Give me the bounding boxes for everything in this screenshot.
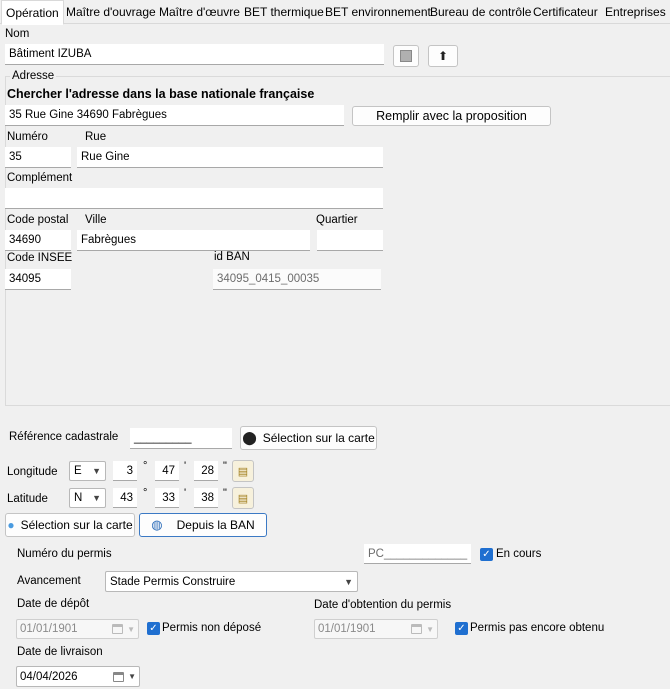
code-postal-input[interactable]: 34690 bbox=[5, 230, 71, 251]
code-postal-label: Code postal bbox=[7, 214, 69, 226]
date-obtention-label: Date d'obtention du permis bbox=[314, 599, 452, 611]
code-insee-input[interactable]: 34095 bbox=[5, 269, 71, 290]
calendar-icon bbox=[112, 624, 124, 634]
avancement-select[interactable]: Stade Permis Construire ▼ bbox=[105, 571, 358, 592]
longitude-min-input[interactable]: 47 bbox=[155, 461, 179, 481]
clipboard-icon: ▤ bbox=[237, 465, 249, 478]
ville-label: Ville bbox=[85, 214, 107, 226]
map-selection-button-label: Sélection sur la carte bbox=[20, 518, 133, 532]
tab-bar: Opération Maître d'ouvrage Maître d'œuvr… bbox=[0, 0, 670, 25]
globe-icon: ◍ bbox=[151, 517, 163, 532]
avancement-label: Avancement bbox=[17, 575, 81, 587]
degree-symbol: ° bbox=[143, 487, 148, 499]
quartier-label: Quartier bbox=[316, 214, 358, 226]
ville-input[interactable]: Fabrègues bbox=[77, 230, 310, 251]
arrow-up-icon: ⬆ bbox=[437, 49, 449, 63]
second-symbol: " bbox=[223, 487, 227, 499]
latitude-min-input[interactable]: 33 bbox=[155, 488, 179, 508]
upload-button[interactable]: ⬆ bbox=[428, 45, 458, 67]
latitude-direction-value: N bbox=[74, 492, 83, 504]
complement-input[interactable] bbox=[5, 188, 383, 209]
date-obtention-value: 01/01/1901 bbox=[318, 623, 376, 635]
latitude-paste-button[interactable]: ▤ bbox=[232, 487, 254, 509]
from-ban-button[interactable]: ◍ Depuis la BAN bbox=[139, 513, 267, 537]
tab-bureau-controle[interactable]: Bureau de contrôle bbox=[426, 0, 535, 24]
permis-pas-obtenu-label: Permis pas encore obtenu bbox=[470, 622, 605, 634]
minute-symbol: ' bbox=[184, 487, 187, 499]
map-selection-button[interactable]: ● Sélection sur la carte bbox=[5, 513, 135, 537]
tab-bet-thermique[interactable]: BET thermique bbox=[240, 0, 328, 24]
date-livraison-picker[interactable]: 04/04/2026 ▼ bbox=[16, 666, 140, 687]
numero-permis-input[interactable]: PC_____________ bbox=[364, 544, 471, 564]
chevron-down-icon: ▼ bbox=[344, 576, 353, 587]
cadastre-map-button-label: Sélection sur la carte bbox=[262, 431, 375, 445]
chevron-down-icon: ▼ bbox=[92, 493, 101, 503]
tab-entreprises[interactable]: Entreprises bbox=[601, 0, 670, 24]
longitude-sec-input[interactable]: 28 bbox=[194, 461, 218, 481]
cadastre-label: Référence cadastrale bbox=[9, 431, 119, 443]
longitude-paste-button[interactable]: ▤ bbox=[232, 460, 254, 482]
en-cours-label: En cours bbox=[496, 548, 542, 560]
date-depot-picker: 01/01/1901 ▼ bbox=[16, 619, 139, 639]
chevron-down-icon: ▼ bbox=[127, 624, 135, 634]
numero-permis-label: Numéro du permis bbox=[17, 548, 112, 560]
en-cours-checkbox[interactable]: ✓ bbox=[480, 548, 493, 561]
clipboard-icon: ▤ bbox=[237, 492, 249, 505]
adresse-group-title: Adresse bbox=[10, 70, 57, 82]
map-pin-icon: ⬤ bbox=[242, 430, 257, 445]
date-livraison-label: Date de livraison bbox=[17, 646, 103, 658]
permis-non-depose-label: Permis non déposé bbox=[162, 622, 262, 634]
degree-symbol: ° bbox=[143, 460, 148, 472]
date-depot-label: Date de dépôt bbox=[17, 598, 90, 610]
longitude-direction-select[interactable]: E ▼ bbox=[69, 461, 106, 481]
longitude-label: Longitude bbox=[7, 466, 58, 478]
calendar-icon bbox=[113, 671, 125, 682]
address-search-input[interactable]: 35 Rue Gine 34690 Fabrègues bbox=[5, 105, 344, 126]
longitude-deg-input[interactable]: 3 bbox=[113, 461, 137, 481]
code-insee-label: Code INSEE bbox=[7, 252, 73, 264]
tab-maitre-oeuvre[interactable]: Maître d'œuvre bbox=[155, 0, 244, 24]
longitude-direction-value: E bbox=[74, 465, 82, 477]
map-pin-icon: ● bbox=[7, 518, 15, 532]
chevron-down-icon: ▼ bbox=[92, 466, 101, 476]
latitude-direction-select[interactable]: N ▼ bbox=[69, 488, 106, 508]
tab-operation[interactable]: Opération bbox=[1, 0, 64, 25]
quartier-input[interactable] bbox=[317, 230, 383, 251]
nom-label: Nom bbox=[5, 28, 30, 40]
latitude-label: Latitude bbox=[7, 493, 48, 505]
from-ban-button-label: Depuis la BAN bbox=[176, 518, 255, 532]
latitude-deg-input[interactable]: 43 bbox=[113, 488, 137, 508]
id-ban-label: id BAN bbox=[214, 251, 250, 263]
numero-input[interactable]: 35 bbox=[5, 147, 71, 168]
fill-proposal-button[interactable]: Remplir avec la proposition bbox=[352, 106, 551, 126]
cadastre-map-button[interactable]: ⬤ Sélection sur la carte bbox=[240, 426, 377, 450]
chevron-down-icon: ▼ bbox=[426, 624, 434, 634]
permis-non-depose-checkbox[interactable]: ✓ bbox=[147, 622, 160, 635]
id-ban-input: 34095_0415_00035 bbox=[213, 269, 381, 290]
building-button[interactable] bbox=[393, 45, 419, 67]
second-symbol: " bbox=[223, 460, 227, 472]
date-depot-value: 01/01/1901 bbox=[20, 623, 78, 635]
numero-label: Numéro bbox=[7, 131, 48, 143]
cadastre-input[interactable]: _________ bbox=[130, 428, 232, 449]
search-title: Chercher l'adresse dans la base national… bbox=[7, 87, 315, 101]
latitude-sec-input[interactable]: 38 bbox=[194, 488, 218, 508]
nom-input[interactable]: Bâtiment IZUBA bbox=[5, 44, 384, 65]
tab-maitre-ouvrage[interactable]: Maître d'ouvrage bbox=[62, 0, 160, 24]
rue-input[interactable]: Rue Gine bbox=[77, 147, 383, 168]
rue-label: Rue bbox=[85, 131, 107, 143]
chevron-down-icon: ▼ bbox=[128, 672, 136, 681]
permis-pas-obtenu-checkbox[interactable]: ✓ bbox=[455, 622, 468, 635]
tab-certificateur[interactable]: Certificateur bbox=[529, 0, 602, 24]
date-obtention-picker: 01/01/1901 ▼ bbox=[314, 619, 438, 639]
complement-label: Complément bbox=[7, 172, 73, 184]
building-icon bbox=[400, 50, 412, 62]
tab-bet-environnement[interactable]: BET environnement bbox=[321, 0, 435, 24]
date-livraison-value: 04/04/2026 bbox=[20, 670, 78, 683]
minute-symbol: ' bbox=[184, 460, 187, 472]
calendar-icon bbox=[411, 624, 423, 634]
avancement-value: Stade Permis Construire bbox=[110, 575, 236, 588]
